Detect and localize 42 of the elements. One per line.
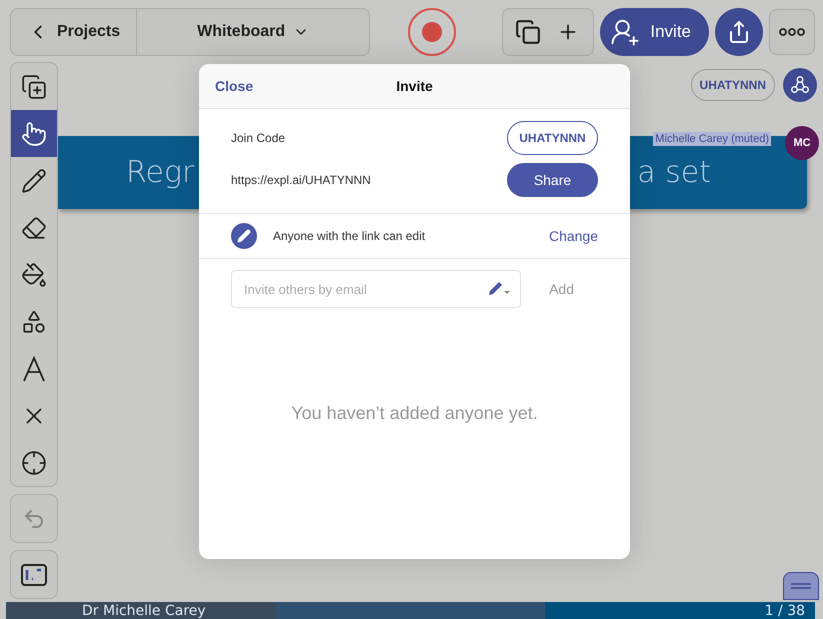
- handle-icon: [791, 583, 811, 589]
- join-code-label: Join Code: [231, 131, 286, 145]
- join-code-button[interactable]: UHATYNNN: [507, 121, 598, 155]
- share-link-button[interactable]: Share: [507, 163, 598, 197]
- frame-icon: [21, 564, 47, 586]
- paint-bucket-icon: [21, 262, 47, 288]
- invite-button[interactable]: Invite: [600, 8, 709, 56]
- slide-title: a set: [637, 155, 711, 190]
- email-field[interactable]: Invite others by email: [231, 270, 522, 308]
- user-plus-icon: [610, 17, 640, 47]
- page-counter: 1 / 38: [545, 602, 816, 619]
- record-dot-icon: [422, 22, 442, 42]
- letter-a-icon: [22, 356, 46, 382]
- copy-plus-icon: [21, 74, 47, 100]
- presenter-name: Dr Michelle Carey: [6, 602, 276, 619]
- change-button[interactable]: Change: [548, 228, 598, 244]
- slide-title: Regr: [126, 155, 194, 190]
- more-icon: [779, 28, 805, 36]
- record-button[interactable]: [408, 8, 456, 56]
- board-dropdown[interactable]: Whiteboard: [136, 9, 370, 55]
- session-code: UHATYNNN: [690, 69, 775, 101]
- permission-text: Anyone with the link can edit: [273, 229, 426, 243]
- participant-label: Michelle Carey (muted): [653, 132, 771, 146]
- edit-permission-icon: [231, 223, 257, 249]
- shapes-icon: [21, 308, 47, 334]
- hand-icon: [21, 120, 47, 146]
- pencil-dropdown-icon[interactable]: [487, 281, 512, 297]
- share-icon: [727, 20, 751, 44]
- drawer-handle[interactable]: [783, 572, 819, 600]
- more-button[interactable]: [769, 9, 815, 55]
- eraser-icon: [21, 214, 47, 240]
- dialog-title: Invite: [396, 78, 433, 94]
- participants-button[interactable]: [783, 68, 817, 102]
- empty-message: You haven’t added anyone yet.: [290, 402, 539, 425]
- close-button[interactable]: Close: [215, 78, 254, 94]
- avatar: MC: [785, 126, 819, 160]
- pages-icon: [515, 19, 542, 45]
- share-button[interactable]: [715, 8, 763, 56]
- crosshair-icon: [21, 450, 47, 476]
- tool-button[interactable]: [11, 110, 57, 157]
- pencil-icon: [21, 168, 47, 194]
- back-button[interactable]: Projects: [11, 9, 136, 55]
